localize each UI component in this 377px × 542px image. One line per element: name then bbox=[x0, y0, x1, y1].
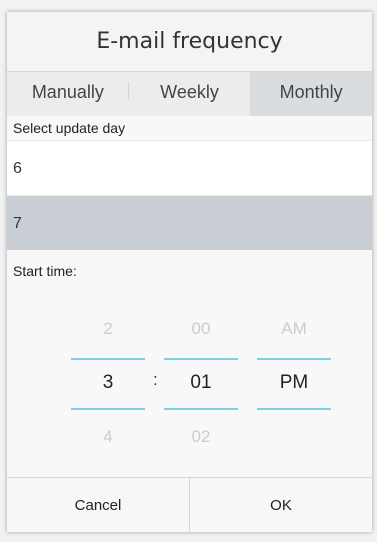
list-item-day-6[interactable]: 6 bbox=[7, 140, 372, 195]
hour-current[interactable]: 3 bbox=[71, 356, 145, 410]
dialog-footer: Cancel OK bbox=[7, 477, 372, 532]
day-label: 7 bbox=[13, 215, 22, 232]
minute-bottom-line bbox=[164, 408, 238, 410]
tab-manually[interactable]: Manually bbox=[7, 72, 129, 116]
day-list: 6 7 bbox=[7, 140, 372, 250]
ampm-prev[interactable]: AM bbox=[257, 302, 331, 356]
minute-next[interactable]: 02 bbox=[164, 410, 238, 464]
tab-monthly[interactable]: Monthly bbox=[250, 72, 372, 116]
list-item-day-7[interactable]: 7 bbox=[7, 195, 372, 250]
ok-button[interactable]: OK bbox=[190, 478, 372, 532]
frequency-tabs: Manually Weekly Monthly bbox=[7, 71, 372, 116]
tab-manually-label: Manually bbox=[31, 82, 104, 102]
select-update-day-label: Select update day bbox=[13, 120, 126, 136]
minute-top-line bbox=[164, 358, 238, 360]
hour-column[interactable]: 2 3 4 bbox=[71, 302, 145, 464]
hour-next[interactable]: 4 bbox=[71, 410, 145, 464]
tab-weekly-label: Weekly bbox=[160, 82, 219, 102]
tab-monthly-label: Monthly bbox=[279, 82, 343, 102]
minute-prev[interactable]: 00 bbox=[164, 302, 238, 356]
cancel-button[interactable]: Cancel bbox=[7, 478, 190, 532]
hour-top-line bbox=[71, 358, 145, 360]
time-separator: : bbox=[153, 370, 158, 389]
ampm-column[interactable]: AM PM bbox=[257, 302, 331, 410]
ampm-current[interactable]: PM bbox=[257, 356, 331, 410]
tab-weekly[interactable]: Weekly bbox=[129, 72, 251, 116]
dialog-title: E-mail frequency bbox=[7, 12, 372, 71]
minute-column[interactable]: 00 01 02 bbox=[164, 302, 238, 464]
minute-current[interactable]: 01 bbox=[164, 356, 238, 410]
start-time-label: Start time: bbox=[13, 263, 77, 279]
hour-prev[interactable]: 2 bbox=[71, 302, 145, 356]
ampm-top-line bbox=[257, 358, 331, 360]
time-picker: 2 3 4 : 00 01 02 AM PM bbox=[7, 302, 372, 477]
day-label: 6 bbox=[13, 160, 22, 177]
email-frequency-dialog: E-mail frequency Manually Weekly Monthly… bbox=[7, 12, 372, 532]
hour-bottom-line bbox=[71, 408, 145, 410]
ampm-bottom-line bbox=[257, 408, 331, 410]
